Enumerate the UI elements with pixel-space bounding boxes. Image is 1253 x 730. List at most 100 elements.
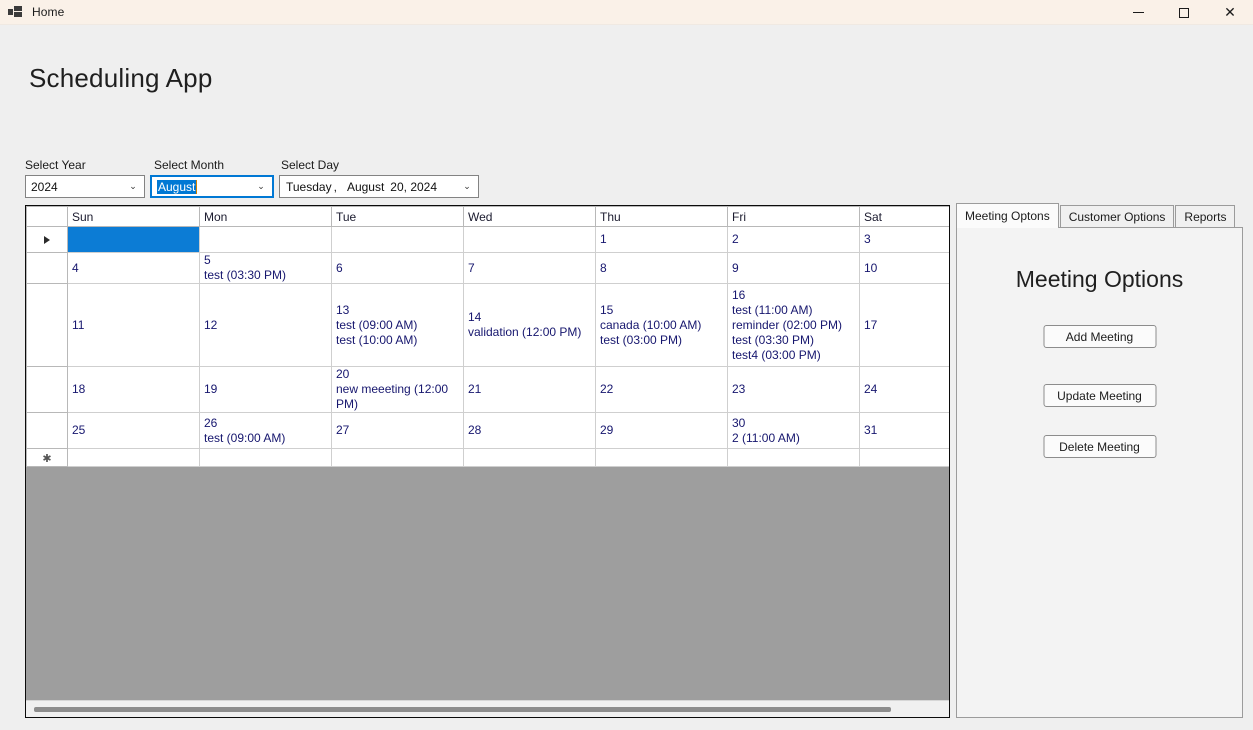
tab-meeting-optons[interactable]: Meeting Optons — [956, 203, 1059, 228]
horizontal-scroll-thumb[interactable] — [34, 707, 891, 712]
row-header[interactable] — [26, 412, 68, 449]
maximize-button[interactable] — [1161, 0, 1207, 25]
row-header[interactable] — [26, 252, 68, 284]
day-number: 27 — [336, 423, 350, 437]
calendar-day-cell[interactable] — [67, 448, 200, 467]
table-row[interactable]: 11 12 13 test (09:00 AM) test (10:00 AM) 14 va… — [26, 283, 949, 367]
day-number: 24 — [864, 382, 878, 396]
day-number: 1 — [600, 232, 607, 246]
calendar-day-cell[interactable]: 26 test (09:00 AM) — [199, 412, 332, 449]
tab-reports[interactable]: Reports — [1175, 205, 1236, 228]
minimize-button[interactable] — [1115, 0, 1161, 25]
calendar-day-cell[interactable]: 20 new meeeting (12:00 PM) — [331, 366, 464, 413]
calendar-column-header-sat[interactable]: Sat — [859, 206, 949, 227]
calendar-column-header-mon[interactable]: Mon — [199, 206, 332, 227]
calendar-column-header-sun[interactable]: Sun — [67, 206, 200, 227]
calendar-day-cell[interactable]: 18 — [67, 366, 200, 413]
calendar-day-cell[interactable]: 22 — [595, 366, 728, 413]
calendar-day-cell[interactable]: 16 test (11:00 AM) reminder (02:00 PM) test… — [727, 283, 860, 367]
calendar-day-cell[interactable]: 9 — [727, 252, 860, 284]
calendar-day-cell[interactable] — [331, 226, 464, 253]
calendar-column-header-wed[interactable]: Wed — [463, 206, 596, 227]
calendar-day-cell[interactable]: 27 — [331, 412, 464, 449]
add-meeting-button[interactable]: Add Meeting — [1043, 325, 1156, 348]
row-header[interactable] — [26, 283, 68, 367]
calendar-column-header-tue[interactable]: Tue — [331, 206, 464, 227]
day-number: 4 — [72, 260, 79, 275]
calendar-day-cell[interactable]: 17 — [859, 283, 949, 367]
calendar-day-cell[interactable] — [199, 226, 332, 253]
row-header[interactable] — [26, 366, 68, 413]
day-number: 26 — [204, 415, 218, 430]
year-combobox[interactable]: 2024 ⌄ — [25, 175, 145, 198]
tab-customer-options[interactable]: Customer Options — [1059, 205, 1175, 228]
calendar-day-cell[interactable]: 7 — [463, 252, 596, 284]
calendar-day-cell[interactable]: 24 — [859, 366, 949, 413]
calendar-day-cell[interactable]: 5 test (03:30 PM) — [199, 252, 332, 284]
day-number: 6 — [336, 260, 343, 275]
tab-body-meeting-options: Meeting Options Add Meeting Update Meeti… — [956, 227, 1243, 718]
month-combobox[interactable]: August ⌄ — [150, 175, 274, 198]
row-header-current-arrow[interactable] — [26, 226, 68, 253]
calendar-event: 2 (11:00 AM) — [732, 430, 800, 445]
calendar-day-cell[interactable]: 8 — [595, 252, 728, 284]
calendar-day-cell[interactable]: 29 — [595, 412, 728, 449]
close-button[interactable]: ✕ — [1207, 0, 1253, 25]
calendar-body[interactable]: 1 2 3 4 5 test (03:30 PM) 6 7 8 9 10 11 12 13 test (09… — [26, 226, 949, 467]
calendar-day-cell[interactable]: 2 — [727, 226, 860, 253]
calendar-event: test (03:00 PM) — [600, 332, 683, 347]
day-number: 15 — [600, 302, 614, 317]
table-row[interactable]: 25 26 test (09:00 AM) 27 28 29 30 2 (11:00 AM) 3… — [26, 412, 949, 449]
date-month: August — [346, 179, 385, 194]
calendar-day-cell[interactable]: 3 — [859, 226, 949, 253]
calendar-day-cell[interactable]: 25 — [67, 412, 200, 449]
day-number: 31 — [864, 423, 878, 437]
calendar-day-cell[interactable]: 12 — [199, 283, 332, 367]
calendar-day-cell[interactable]: 14 validation (12:00 PM) — [463, 283, 596, 367]
calendar-day-cell[interactable] — [199, 448, 332, 467]
calendar-day-cell[interactable]: 15 canada (10:00 AM) test (03:00 PM) — [595, 283, 728, 367]
day-number: 21 — [468, 382, 482, 396]
delete-meeting-button[interactable]: Delete Meeting — [1043, 435, 1156, 458]
calendar-day-cell[interactable] — [463, 448, 596, 467]
day-number: 10 — [864, 260, 878, 275]
calendar-day-cell[interactable]: 13 test (09:00 AM) test (10:00 AM) — [331, 283, 464, 367]
calendar-day-cell[interactable]: 31 — [859, 412, 949, 449]
calendar-column-header-thu[interactable]: Thu — [595, 206, 728, 227]
calendar-day-cell[interactable]: 4 — [67, 252, 200, 284]
calendar-day-cell[interactable]: 19 — [199, 366, 332, 413]
day-number: 16 — [732, 287, 746, 302]
update-meeting-button[interactable]: Update Meeting — [1043, 384, 1156, 407]
day-number: 19 — [204, 382, 218, 396]
table-row[interactable]: ✱ — [26, 448, 949, 467]
calendar-grid-panel[interactable]: Sun Mon Tue Wed Thu Fri Sat 1 2 3 4 5 test (03:30 P… — [25, 205, 950, 718]
day-number: 17 — [864, 317, 878, 332]
calendar-table[interactable]: Sun Mon Tue Wed Thu Fri Sat 1 2 3 4 5 test (03:30 P… — [26, 206, 949, 467]
day-number: 29 — [600, 423, 614, 437]
calendar-day-cell[interactable]: 11 — [67, 283, 200, 367]
calendar-column-header-fri[interactable]: Fri — [727, 206, 860, 227]
chevron-down-icon: ⌄ — [463, 181, 471, 192]
horizontal-scrollbar[interactable] — [26, 700, 949, 717]
table-row[interactable]: 4 5 test (03:30 PM) 6 7 8 9 10 — [26, 252, 949, 284]
calendar-day-cell[interactable]: 30 2 (11:00 AM) — [727, 412, 860, 449]
calendar-day-cell[interactable] — [463, 226, 596, 253]
calendar-day-cell[interactable] — [727, 448, 860, 467]
calendar-day-cell[interactable] — [595, 448, 728, 467]
table-row[interactable]: 1 2 3 — [26, 226, 949, 253]
calendar-day-cell[interactable]: 28 — [463, 412, 596, 449]
calendar-day-cell[interactable]: 21 — [463, 366, 596, 413]
calendar-day-cell[interactable]: 6 — [331, 252, 464, 284]
calendar-corner-header[interactable] — [26, 206, 68, 227]
calendar-day-cell[interactable] — [331, 448, 464, 467]
date-daynum-year: 20, 2024 — [390, 179, 438, 194]
calendar-day-cell[interactable]: 1 — [595, 226, 728, 253]
table-row[interactable]: 18 19 20 new meeeting (12:00 PM) 21 22 23 24 — [26, 366, 949, 413]
calendar-day-cell[interactable]: 23 — [727, 366, 860, 413]
calendar-day-cell[interactable] — [67, 226, 200, 253]
day-date-picker[interactable]: Tuesday , August 20, 2024 ⌄ — [279, 175, 479, 198]
calendar-day-cell[interactable]: 10 — [859, 252, 949, 284]
calendar-day-cell[interactable] — [859, 448, 949, 467]
client-area: Scheduling App Select Year 2024 ⌄ Select… — [0, 25, 1253, 730]
row-header-new-row[interactable]: ✱ — [26, 448, 68, 467]
